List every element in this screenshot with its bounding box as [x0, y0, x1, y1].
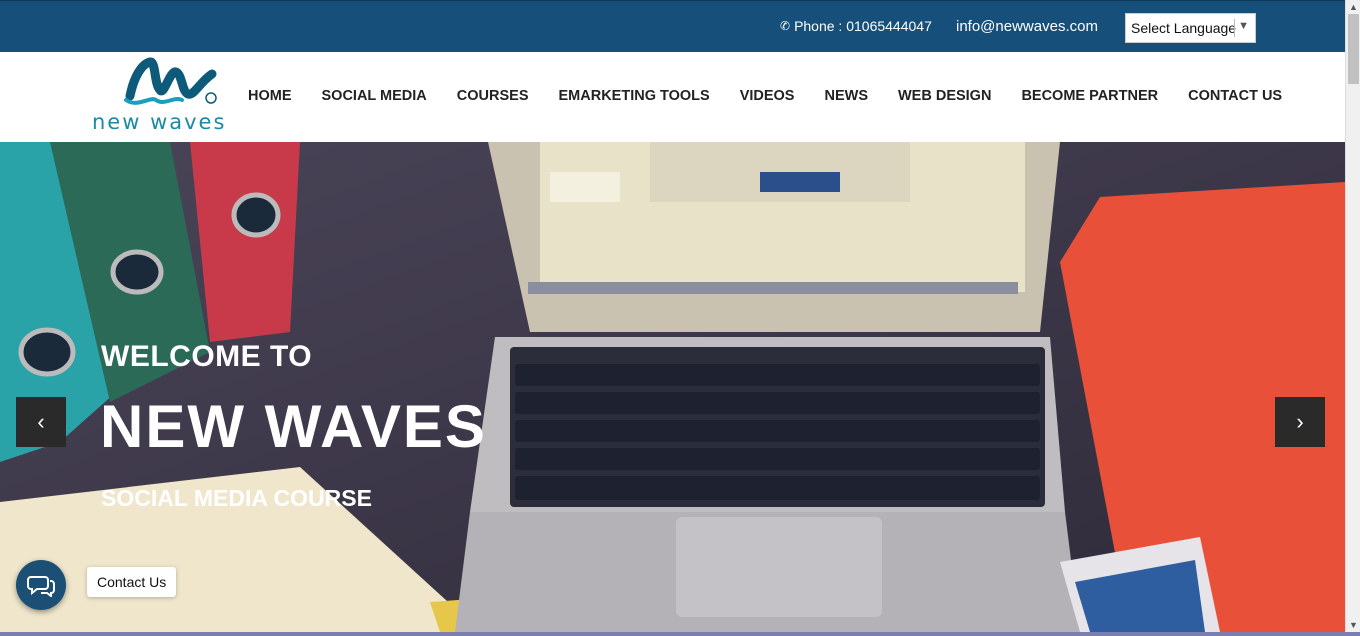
slider-next-button[interactable]: › [1275, 397, 1325, 447]
logo-text: new waves [92, 110, 227, 134]
phone-icon: ✆ [780, 19, 791, 33]
nav-item-videos[interactable]: VIDEOS [740, 88, 795, 104]
language-select-label: Select Language [1131, 20, 1237, 36]
scroll-up-icon[interactable]: ▲ [1349, 2, 1358, 12]
email-link[interactable]: info@newwaves.com [956, 18, 1098, 35]
chat-contact-label[interactable]: Contact Us [87, 567, 177, 597]
scrollbar-thumb[interactable] [1348, 14, 1359, 84]
hero-brand-title: NEW WAVES [100, 393, 487, 460]
nav-item-become-partner[interactable]: BECOME PARTNER [1021, 88, 1158, 104]
phone-text: Phone : 01065444047 [794, 18, 932, 34]
phone-contact[interactable]: ✆ Phone : 01065444047 [780, 18, 932, 34]
nav-item-emarketing-tools[interactable]: EMARKETING TOOLS [559, 88, 710, 104]
nav-item-courses[interactable]: COURSES [457, 88, 529, 104]
logo-wave-icon [124, 57, 217, 105]
nav-item-social-media[interactable]: SOCIAL MEDIA [322, 88, 427, 104]
nav-item-news[interactable]: NEWS [824, 88, 868, 104]
chat-button[interactable] [16, 560, 66, 610]
language-select[interactable]: Select Language ▼ [1125, 13, 1256, 43]
nav-item-web-design[interactable]: WEB DESIGN [898, 88, 991, 104]
hero-slider: WELCOME TO NEW WAVES SOCIAL MEDIA COURSE… [0, 142, 1345, 632]
select-divider [1234, 19, 1235, 37]
page: ✆ Phone : 01065444047 info@newwaves.com … [0, 0, 1360, 636]
chevron-right-icon: › [1296, 409, 1304, 434]
vertical-scrollbar[interactable]: ▲ ▼ [1345, 0, 1360, 632]
top-bar: ✆ Phone : 01065444047 info@newwaves.com … [0, 0, 1345, 52]
logo[interactable]: new waves [90, 56, 245, 136]
header: new waves HOME SOCIAL MEDIA COURSES EMAR… [0, 52, 1345, 142]
hero-subtitle: SOCIAL MEDIA COURSE [101, 485, 372, 511]
chevron-left-icon: ‹ [37, 409, 45, 434]
chat-bubbles-icon [27, 576, 55, 597]
scroll-down-icon[interactable]: ▼ [1349, 620, 1358, 630]
main-nav: HOME SOCIAL MEDIA COURSES EMARKETING TOO… [248, 88, 1312, 104]
chevron-down-icon: ▼ [1238, 20, 1249, 32]
nav-item-contact-us[interactable]: CONTACT US [1188, 88, 1282, 104]
slider-prev-button[interactable]: ‹ [16, 397, 66, 447]
nav-item-home[interactable]: HOME [248, 88, 292, 104]
hero-welcome-text: WELCOME TO [101, 340, 313, 373]
hero-background-image [0, 142, 1345, 632]
taskbar-strip [0, 632, 1360, 636]
